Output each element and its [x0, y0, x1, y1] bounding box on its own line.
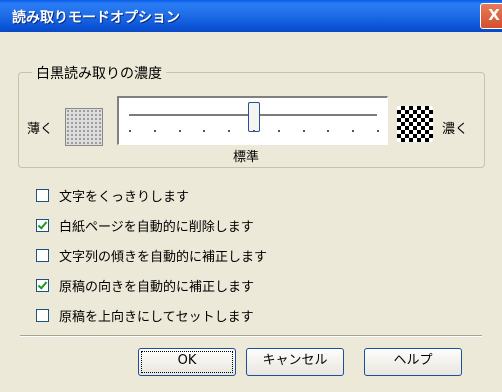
slider-tick [253, 130, 255, 132]
divider [20, 335, 482, 337]
window-title: 読み取りモードオプション [12, 10, 180, 26]
option-label: 文字をくっきりします [59, 190, 190, 205]
cancel-button[interactable]: キャンセル [246, 348, 344, 376]
slider-tick [179, 130, 181, 132]
slider-tick [203, 130, 205, 132]
slider-tick [352, 130, 354, 132]
slider-tick [278, 130, 280, 132]
option-label: 原稿の向きを自動的に補正します [59, 280, 255, 295]
slider-tick [303, 130, 305, 132]
close-button[interactable]: X [480, 3, 502, 29]
dark-pattern-icon [397, 106, 433, 142]
light-label: 薄く [27, 122, 54, 137]
option-face-up[interactable]: 原稿を上向きにしてセットします [36, 306, 254, 325]
dialog-window: 読み取りモードオプション X 白黒読み取りの濃度 薄く 濃く 標準 文字をくっき… [0, 0, 502, 392]
option-label: 文字列の傾きを自動的に補正します [59, 250, 268, 265]
slider-tick [228, 130, 230, 132]
slider-thumb[interactable] [248, 102, 260, 132]
option-auto-orientation[interactable]: 原稿の向きを自動的に補正します [36, 276, 254, 295]
option-deskew[interactable]: 文字列の傾きを自動的に補正します [36, 246, 267, 265]
light-pattern-icon [65, 108, 103, 146]
checkbox[interactable] [36, 189, 49, 202]
checkbox[interactable] [36, 249, 49, 262]
density-slider[interactable] [117, 96, 388, 145]
checkbox[interactable] [36, 279, 49, 292]
close-icon: X [488, 6, 500, 24]
density-group-title: 白黒読み取りの濃度 [32, 63, 166, 83]
option-sharpen-text[interactable]: 文字をくっきりします [36, 186, 189, 205]
slider-tick [327, 130, 329, 132]
checkbox[interactable] [36, 219, 49, 232]
ok-button[interactable]: OK [138, 348, 236, 376]
slider-tick [154, 130, 156, 132]
standard-label: 標準 [233, 150, 260, 165]
option-label: 原稿を上向きにしてセットします [59, 310, 254, 325]
option-delete-blank-pages[interactable]: 白紙ページを自動的に削除します [36, 216, 254, 235]
dark-label: 濃く [442, 122, 469, 137]
checkbox[interactable] [36, 309, 49, 322]
slider-tick [129, 130, 131, 132]
title-bar[interactable]: 読み取りモードオプション X [0, 0, 502, 32]
help-button[interactable]: ヘルプ [364, 348, 462, 376]
option-label: 白紙ページを自動的に削除します [59, 220, 254, 235]
slider-tick [377, 130, 379, 132]
